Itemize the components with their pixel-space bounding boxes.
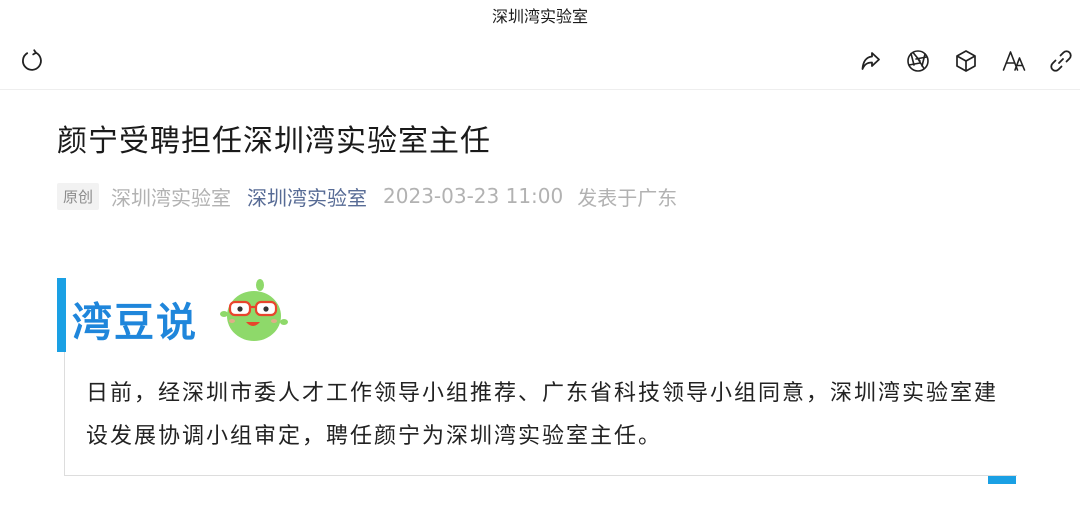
mascot-image [208, 278, 296, 346]
publish-date: 2023-03-23 11:00 [383, 184, 564, 208]
article-meta: 原创 深圳湾实验室 深圳湾实验室 2023-03-23 11:00 发表于广东 [57, 180, 677, 212]
font-size-icon [1001, 48, 1027, 78]
publish-location: 发表于广东 [577, 185, 678, 210]
column-brand-title: 湾豆说 [72, 300, 198, 346]
callout-accent-bar [57, 278, 66, 352]
refresh-icon [19, 48, 45, 78]
link-button[interactable] [1046, 48, 1076, 78]
author-name: 深圳湾实验室 [111, 185, 232, 210]
cube-icon [953, 48, 979, 78]
cube-button[interactable] [951, 48, 981, 78]
toolbar-divider [0, 89, 1080, 90]
original-badge: 原创 [57, 182, 100, 210]
aperture-button[interactable] [903, 48, 933, 78]
share-icon [858, 48, 884, 78]
aperture-icon [905, 48, 931, 78]
article-title: 颜宁受聘担任深圳湾实验室主任 [57, 124, 491, 159]
share-button[interactable] [856, 48, 886, 78]
window-title: 深圳湾实验室 [491, 7, 588, 26]
callout-body-text: 日前，经深圳市委人才工作领导小组推荐、广东省科技领导小组同意，深圳湾实验室建设发… [86, 381, 999, 449]
link-icon [1048, 48, 1074, 78]
font-size-button[interactable] [999, 48, 1029, 78]
callout-corner-accent [988, 476, 1016, 484]
toolbar [0, 40, 1080, 86]
refresh-button[interactable] [17, 48, 47, 78]
account-link[interactable]: 深圳湾实验室 [247, 182, 367, 211]
